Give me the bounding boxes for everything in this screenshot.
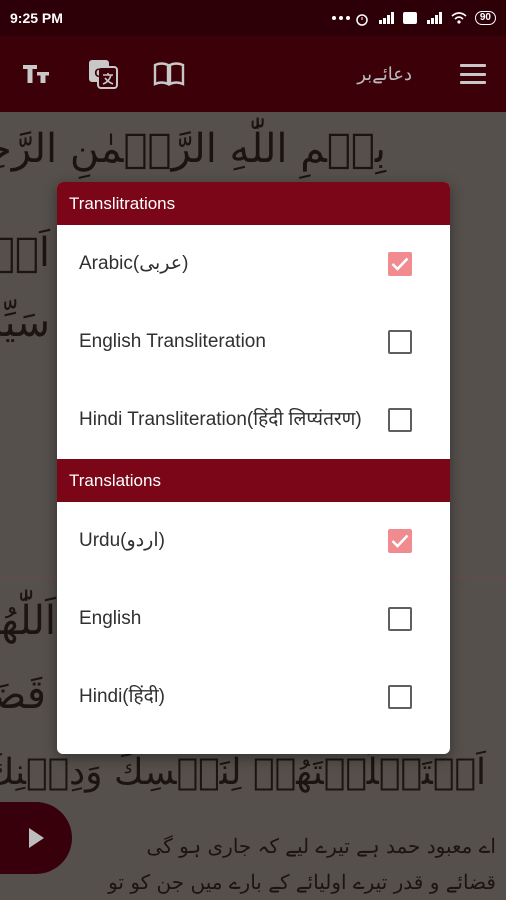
translate-icon[interactable]: G [86, 57, 120, 91]
play-icon [28, 828, 44, 848]
urdu-translation-line: قضائے و قدر تیرے اولیائے کے بارے میں جن … [108, 870, 496, 894]
checkbox-hindi-transliteration[interactable] [388, 408, 412, 432]
translations-header: Translations [57, 459, 450, 502]
option-label: Hindi Transliteration(हिंदी लिप्यंतरण) [79, 409, 362, 430]
option-label: English Transliteration [79, 331, 266, 352]
option-label: Arabic(عربی) [79, 253, 189, 274]
option-hindi[interactable]: Hindi(हिंदी) [57, 658, 450, 736]
svg-text:G: G [94, 66, 103, 80]
urdu-translation-line: اے معبود حمد ہے تیرے لیے کہ جاری ہو گی [146, 834, 496, 858]
verse-line: قَضَا [0, 672, 46, 718]
verse-line: اَلۡحَمۡدُ لِلّٰهِ [0, 230, 50, 276]
battery-indicator: 90 [474, 11, 496, 25]
wifi-icon [451, 12, 467, 24]
language-options-dialog: Translitrations Arabic(عربی) English Tra… [57, 182, 450, 754]
verse-line: اَسۡتَخۡلَصۡتَهُمۡ لِنَفۡسِكَ وَدِيۡنِكَ [0, 752, 486, 793]
book-icon[interactable] [152, 57, 186, 91]
status-bar: 9:25 PM 90 [0, 0, 506, 36]
text-size-icon[interactable] [20, 57, 54, 91]
bismillah-calligraphy: بِسۡمِ اللّٰهِ الرَّحۡمٰنِ الرَّحِيۡمِ [0, 126, 386, 172]
menu-icon[interactable] [460, 64, 486, 84]
checkbox-english-transliteration[interactable] [388, 330, 412, 354]
volte-icon [402, 12, 419, 24]
app-title: دعائےبر [357, 63, 412, 85]
transliterations-header: Translitrations [57, 182, 450, 225]
checkbox-arabic[interactable] [388, 252, 412, 276]
option-label: Hindi(हिंदी) [79, 686, 165, 707]
verse-line: سَيِّدِ [0, 300, 50, 346]
app-bar: G دعائےبر [0, 36, 506, 112]
option-english[interactable]: English [57, 580, 450, 658]
option-label: English [79, 608, 142, 629]
checkbox-hindi[interactable] [388, 685, 412, 709]
notification-dots-icon [331, 12, 350, 24]
checkbox-urdu[interactable] [388, 529, 412, 553]
verse-line: اَللّٰهُمَّ [0, 598, 56, 644]
status-icons: 90 [331, 11, 496, 26]
signal-2-icon [426, 12, 443, 24]
checkbox-english[interactable] [388, 607, 412, 631]
option-hindi-transliteration[interactable]: Hindi Transliteration(हिंदी लिप्यंतरण) [57, 381, 450, 459]
play-button[interactable] [0, 802, 72, 874]
option-label: Urdu(اردو) [79, 530, 165, 551]
option-urdu[interactable]: Urdu(اردو) [57, 502, 450, 580]
option-arabic[interactable]: Arabic(عربی) [57, 225, 450, 303]
alarm-icon [355, 12, 371, 26]
status-time: 9:25 PM [10, 10, 63, 26]
signal-icon [378, 12, 395, 24]
option-english-transliteration[interactable]: English Transliteration [57, 303, 450, 381]
